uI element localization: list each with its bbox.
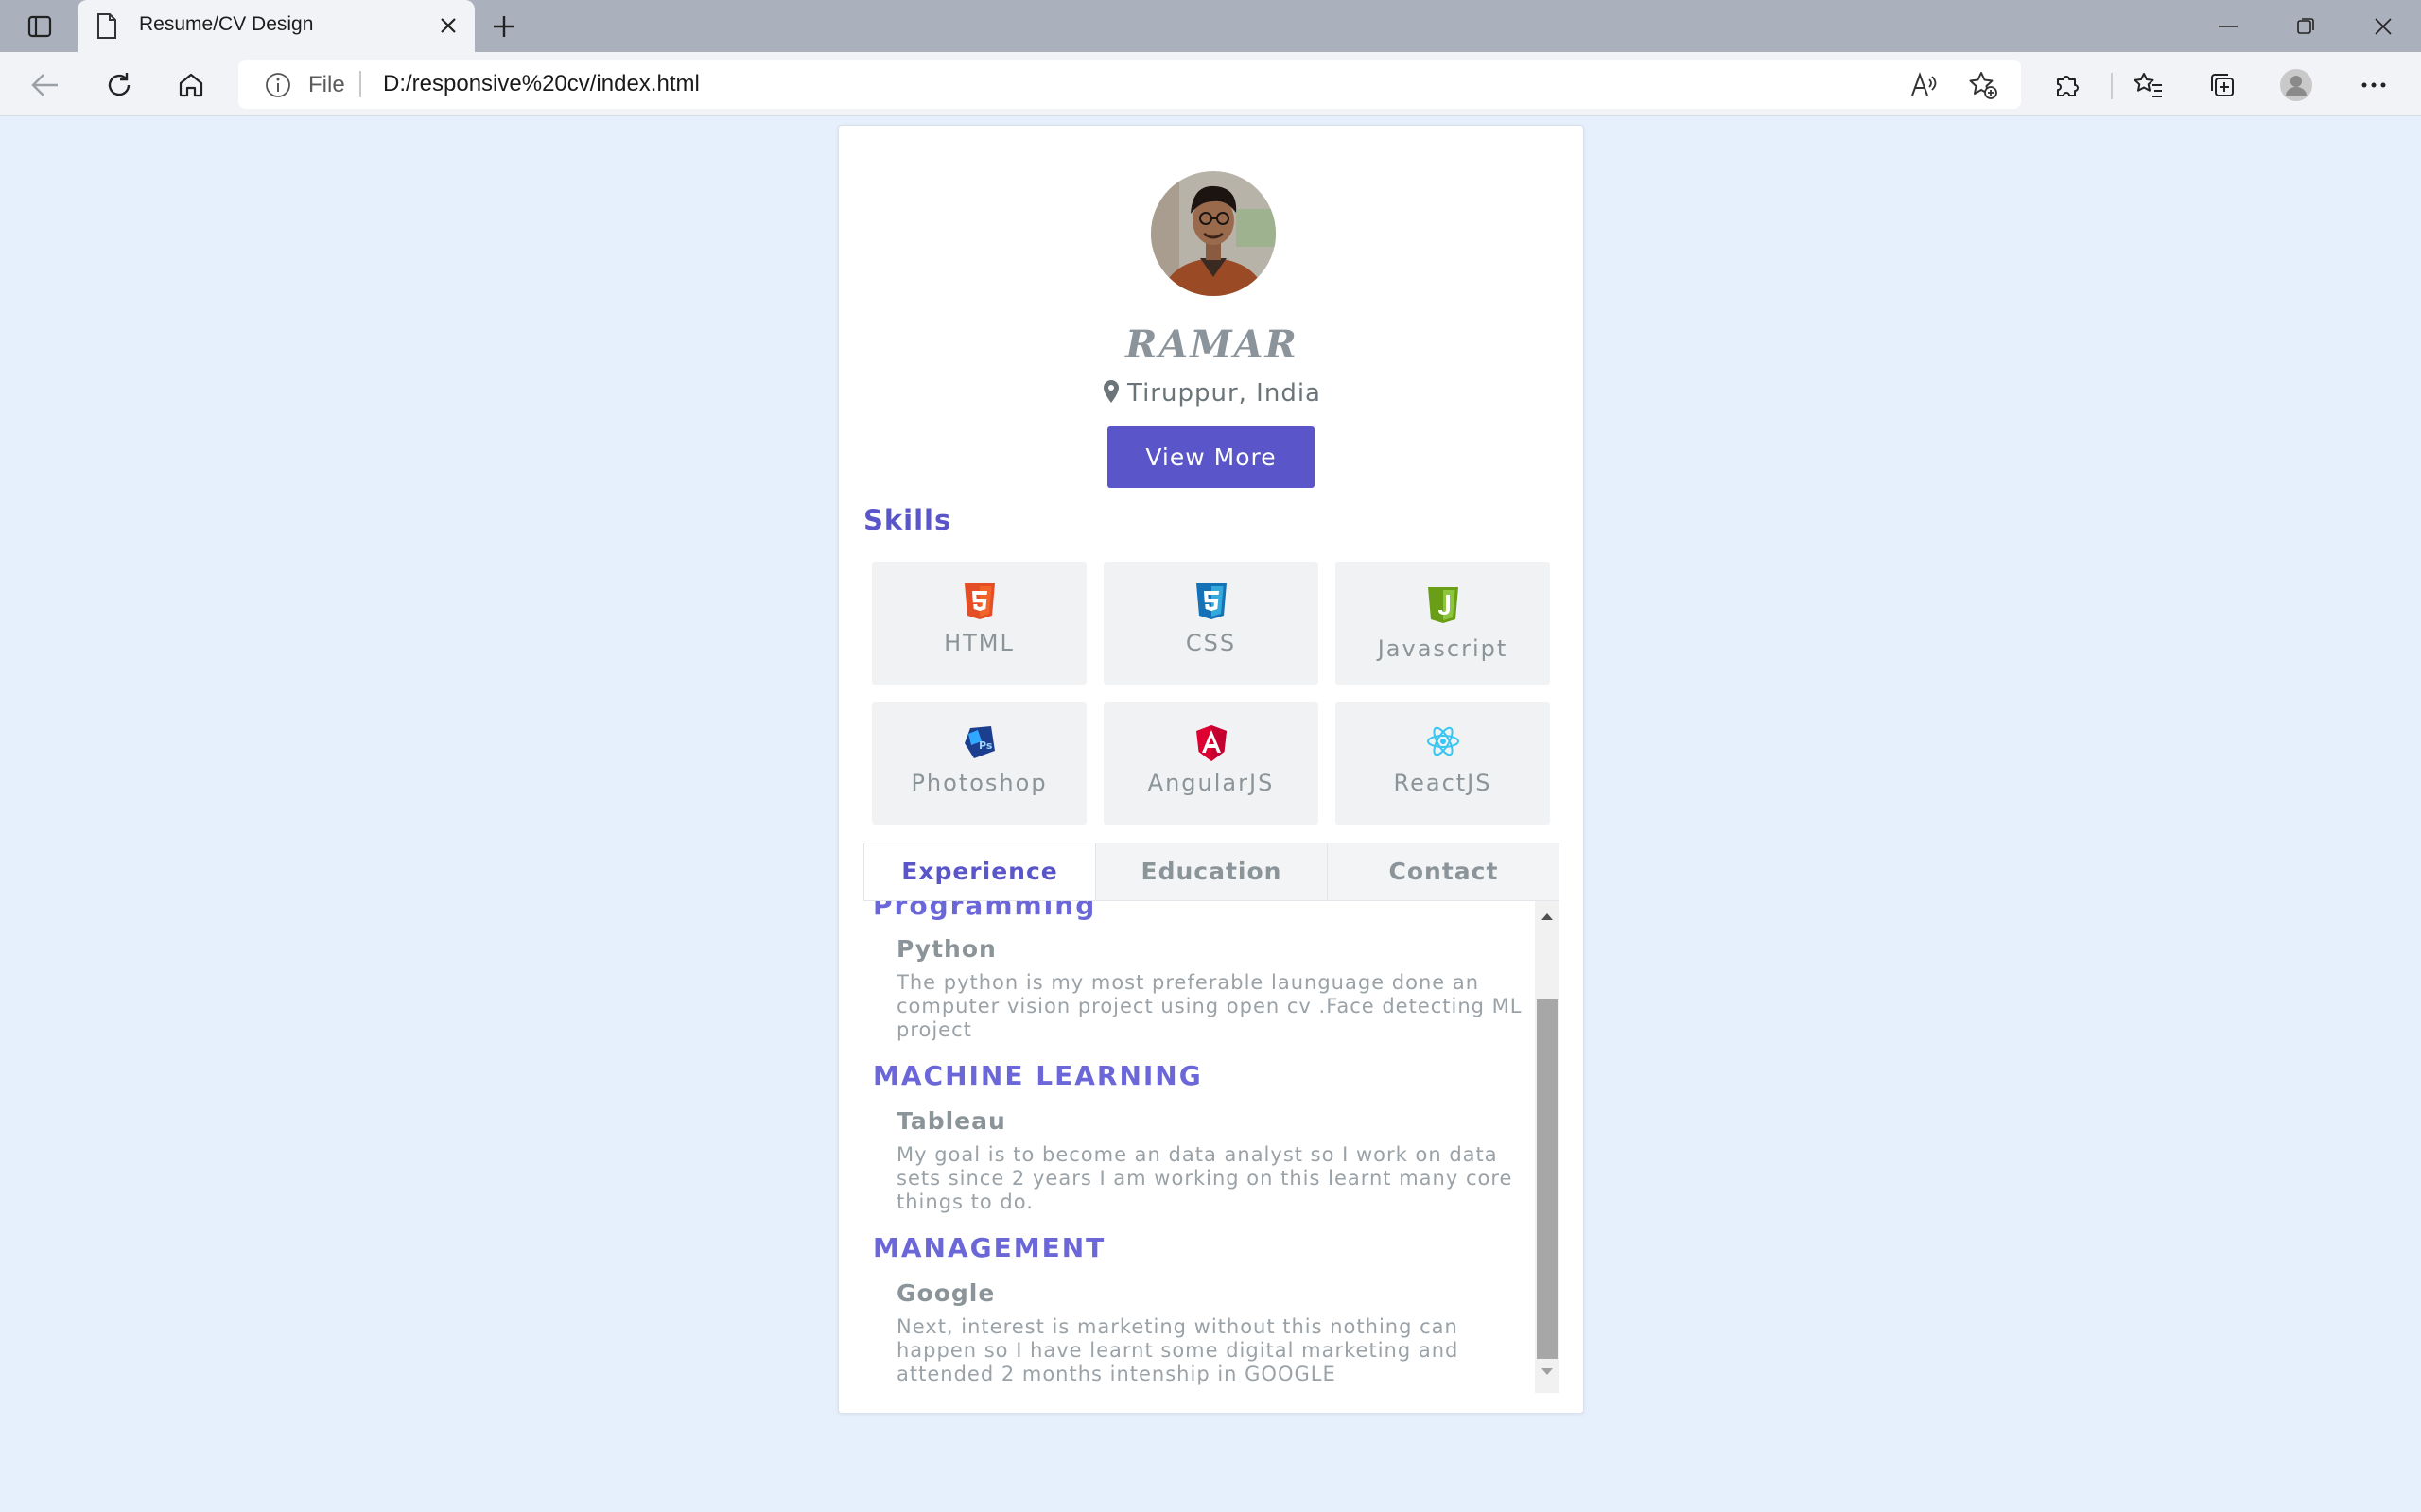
react-icon (1427, 726, 1459, 756)
experience-scrollbar[interactable] (1535, 901, 1559, 1393)
add-favorite-button[interactable] (1967, 69, 1999, 101)
tab-close-button[interactable] (435, 11, 462, 40)
experience-description: The python is my most preferable laungua… (897, 971, 1523, 1041)
skill-label: Javascript (1377, 635, 1508, 662)
profile-name: RAMAR (1125, 322, 1298, 367)
reload-button[interactable] (100, 66, 138, 104)
tab-title: Resume/CV Design (139, 13, 314, 35)
resume-tabs: Experience Education Contact (863, 843, 1559, 901)
scrollbar-thumb[interactable] (1537, 999, 1558, 1359)
html5-icon (965, 583, 995, 619)
profile-button[interactable] (2279, 68, 2313, 102)
home-icon (179, 73, 203, 97)
experience-category: MANAGEMENT (873, 1232, 1106, 1263)
skill-card-css: CSS (1104, 562, 1318, 685)
photoshop-icon: Ps (965, 726, 995, 758)
back-arrow-icon (31, 74, 58, 96)
address-bar[interactable]: File D:/responsive%20cv/index.html (238, 60, 2021, 109)
document-icon (97, 13, 116, 39)
url-text[interactable]: D:/responsive%20cv/index.html (383, 71, 700, 97)
skill-label: Photoshop (911, 770, 1048, 796)
experience-title: Tableau (897, 1107, 1006, 1135)
restore-icon (2297, 17, 2314, 34)
browser-toolbar: File D:/responsive%20cv/index.html (0, 52, 2421, 116)
profile-photo-image (1151, 171, 1276, 296)
resume-card: RAMAR Tiruppur, India View More Skills H… (838, 125, 1584, 1414)
browser-tab-active[interactable]: Resume/CV Design (78, 0, 475, 52)
favorites-icon (2134, 73, 2162, 97)
ellipsis-icon (2361, 82, 2386, 88)
puzzle-icon (2057, 76, 2079, 96)
close-icon (2375, 17, 2392, 35)
experience-category: Programming (873, 901, 1097, 921)
favorites-button[interactable] (2132, 68, 2166, 102)
read-aloud-icon (1911, 72, 1937, 96)
browser-titlebar: Resume/CV Design (0, 0, 2421, 52)
extensions-button[interactable] (2050, 68, 2084, 102)
scroll-down-arrow-icon[interactable] (1541, 1368, 1553, 1376)
address-separator (359, 71, 361, 97)
location-text: Tiruppur, India (1127, 379, 1321, 408)
experience-category: MACHINE LEARNING (873, 1060, 1203, 1091)
skill-card-reactjs: ReactJS (1335, 702, 1550, 825)
experience-description: Next, interest is marketing without this… (897, 1315, 1459, 1385)
experience-panel[interactable]: Programming Python The python is my most… (863, 901, 1559, 1393)
tab-actions-icon (27, 15, 52, 38)
restore-button[interactable] (2268, 0, 2343, 52)
tab-contact[interactable]: Contact (1328, 843, 1559, 900)
back-button[interactable] (26, 66, 64, 104)
minimize-icon (2219, 25, 2238, 27)
skill-card-javascript: Javascript (1335, 562, 1550, 685)
plus-icon (494, 16, 514, 37)
collections-icon (2211, 74, 2234, 96)
close-icon (441, 18, 456, 33)
skill-label: HTML (944, 630, 1015, 656)
scroll-up-arrow-icon[interactable] (1541, 912, 1553, 920)
home-button[interactable] (172, 66, 210, 104)
skill-label: ReactJS (1393, 770, 1492, 796)
tab-actions-button[interactable] (21, 12, 59, 41)
avatar-icon (2280, 69, 2312, 101)
window-close-button[interactable] (2345, 0, 2421, 52)
profile-location: Tiruppur, India (839, 379, 1585, 408)
svg-text:Ps: Ps (979, 739, 993, 752)
skill-card-html: HTML (872, 562, 1087, 685)
tab-experience[interactable]: Experience (864, 843, 1096, 900)
reload-icon (108, 73, 131, 96)
info-icon[interactable] (265, 72, 291, 98)
experience-title: Python (897, 935, 997, 963)
settings-more-button[interactable] (2357, 68, 2391, 102)
minimize-button[interactable] (2190, 0, 2266, 52)
experience-description: My goal is to become an data analyst so … (897, 1143, 1513, 1213)
experience-title: Google (897, 1279, 996, 1307)
profile-photo (1151, 171, 1276, 296)
toolbar-separator (2111, 73, 2113, 99)
js-icon (1428, 587, 1458, 623)
tab-education[interactable]: Education (1096, 843, 1328, 900)
skill-label: AngularJS (1147, 770, 1275, 796)
skill-label: CSS (1185, 630, 1237, 656)
collections-button[interactable] (2205, 68, 2239, 102)
location-pin-icon (1104, 380, 1119, 403)
new-tab-button[interactable] (487, 9, 521, 43)
skill-card-angularjs: AngularJS (1104, 702, 1318, 825)
css3-icon (1196, 583, 1227, 619)
skills-heading: Skills (863, 504, 952, 536)
skill-card-photoshop: Ps Photoshop (872, 702, 1087, 825)
star-add-icon (1969, 72, 1997, 99)
angular-icon (1196, 725, 1227, 761)
view-more-button[interactable]: View More (1107, 426, 1315, 488)
site-info-label[interactable]: File (308, 72, 345, 98)
read-aloud-button[interactable] (1907, 69, 1940, 101)
